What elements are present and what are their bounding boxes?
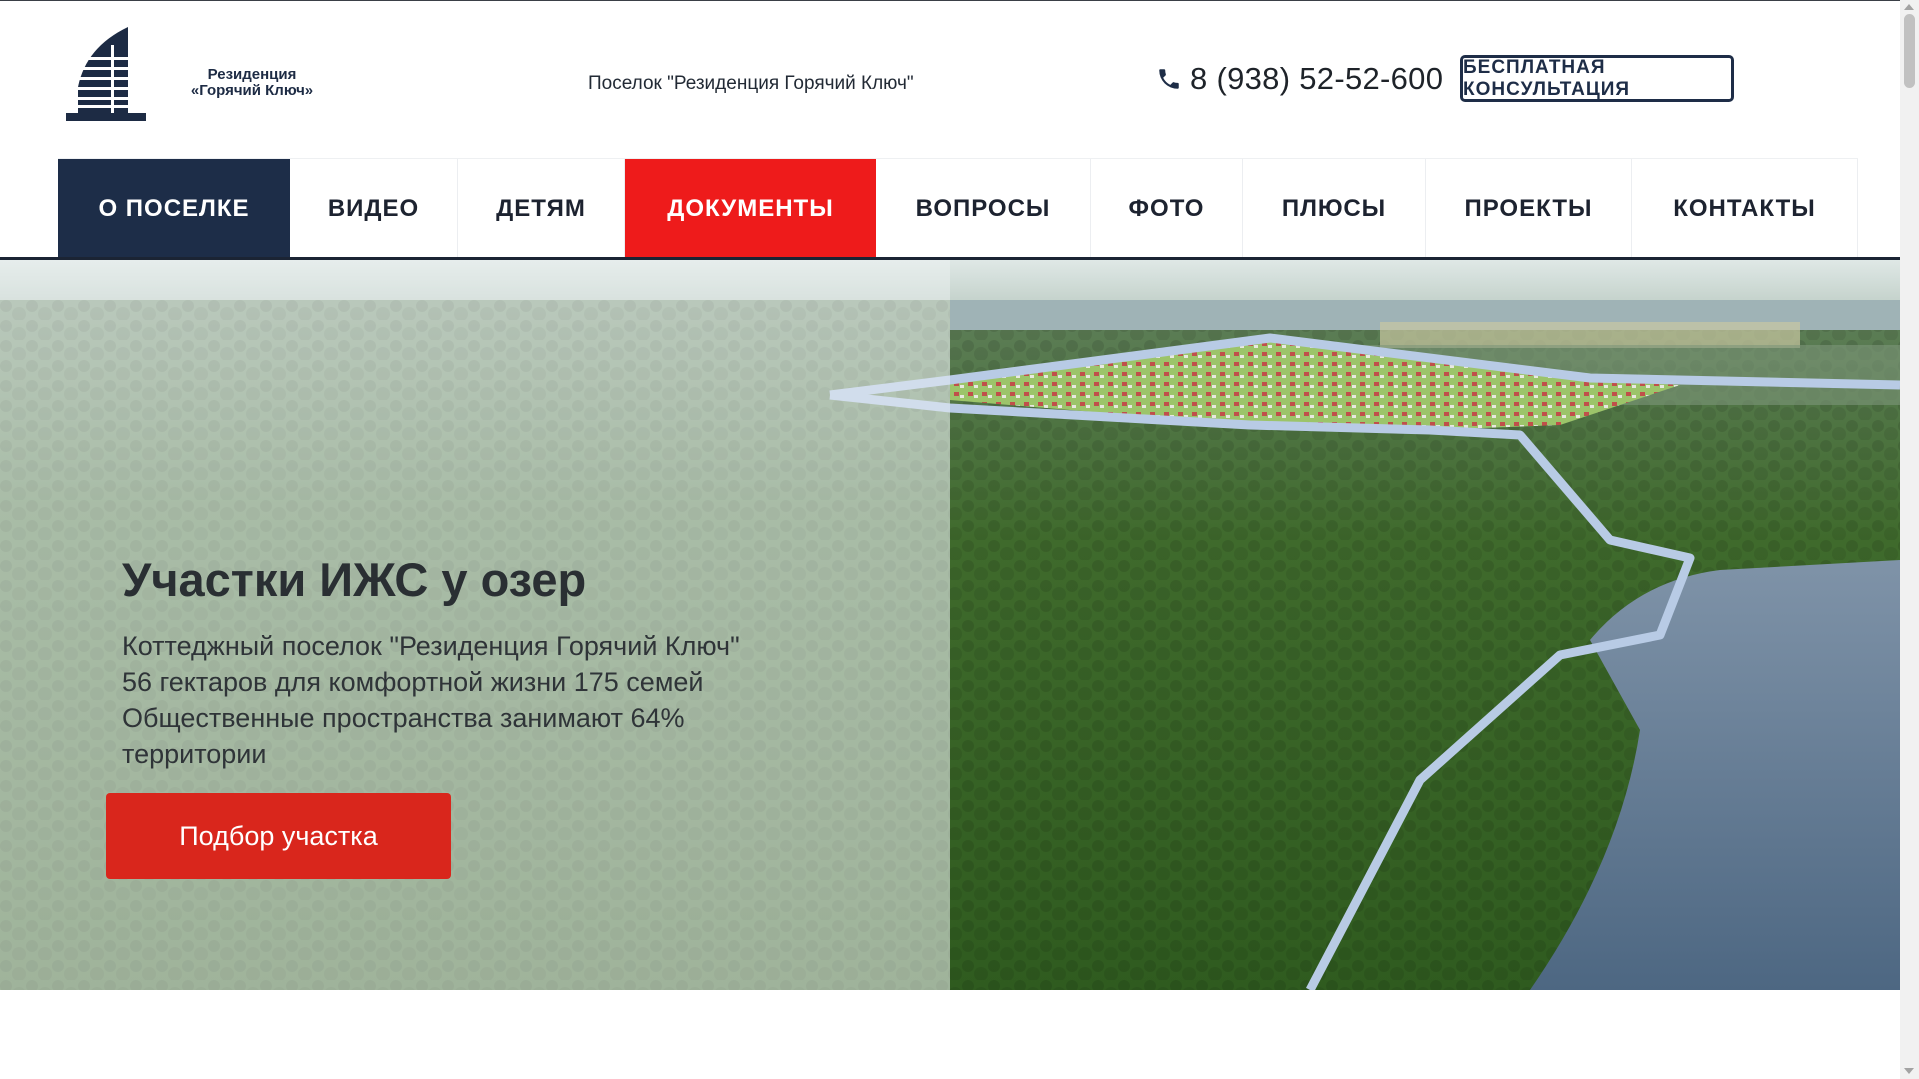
- nav-item-pluses[interactable]: ПЛЮСЫ: [1243, 159, 1426, 258]
- hero-line-2: 56 гектаров для комфортной жизни 175 сем…: [122, 667, 704, 697]
- nav-item-kids[interactable]: ДЕТЯМ: [458, 159, 625, 258]
- nav-item-about[interactable]: О ПОСЕЛКЕ: [58, 159, 290, 258]
- site-header: Резиденция «Горячий Ключ» Поселок "Резид…: [0, 1, 1900, 158]
- logo[interactable]: Резиденция «Горячий Ключ»: [66, 27, 326, 122]
- phone-number: 8 (938) 52-52-600: [1190, 61, 1444, 96]
- hero-line-3: Общественные пространства занимают 64%: [122, 703, 685, 733]
- nav-item-contacts[interactable]: КОНТАКТЫ: [1632, 159, 1858, 258]
- free-consultation-button[interactable]: БЕСПЛАТНАЯ КОНСУЛЬТАЦИЯ: [1460, 55, 1734, 102]
- nav-item-projects[interactable]: ПРОЕКТЫ: [1426, 159, 1632, 258]
- hero-text-overlay: [0, 260, 950, 990]
- hero-title: Участки ИЖС у озер: [122, 553, 587, 606]
- logo-text-line-1: Резиденция: [207, 66, 297, 83]
- nav-item-questions[interactable]: ВОПРОСЫ: [876, 159, 1091, 258]
- page-scrollbar[interactable]: [1900, 0, 1919, 1079]
- scroll-up-arrow-icon[interactable]: [1904, 4, 1914, 10]
- phone-link[interactable]: 8 (938) 52-52-600: [1156, 59, 1443, 99]
- logo-building-icon: [66, 27, 146, 121]
- main-nav: О ПОСЕЛКЕ ВИДЕО ДЕТЯМ ДОКУМЕНТЫ ВОПРОСЫ …: [58, 158, 1858, 258]
- nav-item-video[interactable]: ВИДЕО: [290, 159, 458, 258]
- scroll-thumb[interactable]: [1904, 14, 1915, 88]
- logo-text: Резиденция «Горячий Ключ»: [172, 67, 332, 99]
- hero-line-1: Коттеджный поселок "Резиденция Горячий К…: [122, 631, 740, 661]
- phone-icon: [1159, 69, 1179, 89]
- plot-selection-button[interactable]: Подбор участка: [106, 793, 451, 879]
- logo-text-line-2: «Горячий Ключ»: [190, 82, 314, 99]
- nav-item-documents[interactable]: ДОКУМЕНТЫ: [625, 159, 876, 258]
- hero-description: Коттеджный поселок "Резиденция Горячий К…: [122, 628, 842, 772]
- scroll-down-arrow-icon[interactable]: [1904, 1068, 1914, 1074]
- site-tagline: Поселок "Резиденция Горячий Ключ": [588, 73, 914, 94]
- nav-item-photo[interactable]: ФОТО: [1091, 159, 1243, 258]
- hero-line-4: территории: [122, 739, 267, 769]
- hero-banner: Участки ИЖС у озер Коттеджный поселок "Р…: [0, 260, 1900, 990]
